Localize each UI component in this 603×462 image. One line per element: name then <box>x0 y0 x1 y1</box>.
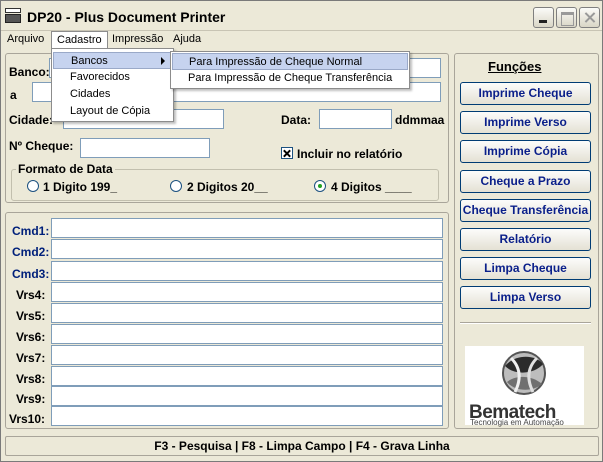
data-format-hint: ddmmaa <box>395 113 445 127</box>
vrs9-input[interactable] <box>51 386 443 406</box>
cheque-transferencia-button[interactable]: Cheque Transferência <box>460 199 591 222</box>
printer-app-icon[interactable] <box>5 8 21 24</box>
menu-bar: Arquivo Cadastro Impressão Ajuda <box>1 31 602 48</box>
incluir-relatorio-checkbox[interactable] <box>281 147 293 159</box>
window-title: DP20 - Plus Document Printer <box>27 9 226 25</box>
formato-4-digitos-label[interactable]: 4 Digitos ____ <box>331 180 412 194</box>
data-label: Data: <box>281 113 312 127</box>
formato-2-digitos-radio[interactable] <box>170 180 182 192</box>
main-window: DP20 - Plus Document Printer Arquivo Cad… <box>0 0 603 462</box>
incluir-relatorio-label[interactable]: Incluir no relatório <box>297 147 402 161</box>
cmd3-input[interactable] <box>51 261 443 281</box>
cheque-number-input[interactable] <box>80 138 210 158</box>
menu-ajuda[interactable]: Ajuda <box>168 31 206 48</box>
cmd2-input[interactable] <box>51 239 443 259</box>
bematech-globe-icon <box>502 351 546 395</box>
formato-4-digitos-radio[interactable] <box>314 180 326 192</box>
formato-2-digitos-label[interactable]: 2 Digitos 20__ <box>187 180 268 194</box>
limpa-verso-button[interactable]: Limpa Verso <box>460 286 591 309</box>
cmd1-input[interactable] <box>51 218 443 238</box>
close-button[interactable] <box>579 7 600 28</box>
formato-1-digito-radio[interactable] <box>27 180 39 192</box>
vrs4-input[interactable] <box>51 282 443 302</box>
minimize-button[interactable] <box>533 7 554 28</box>
menu-arquivo[interactable]: Arquivo <box>2 31 49 48</box>
submenu-item-cheque-transferencia[interactable]: Para Impressão de Cheque Transferência <box>172 70 408 87</box>
bancos-submenu: Para Impressão de Cheque Normal Para Imp… <box>170 51 410 89</box>
a-label: a <box>10 88 17 102</box>
formato-data-title: Formato de Data <box>16 162 115 176</box>
vrs4-label: Vrs4: <box>16 288 46 302</box>
submenu-arrow-icon <box>161 57 165 65</box>
funcoes-title: Funções <box>488 59 542 74</box>
vrs8-label: Vrs8: <box>16 372 46 386</box>
cmd3-label: Cmd3: <box>12 267 50 281</box>
banco-label: Banco: <box>9 65 50 79</box>
cidade-label: Cidade: <box>9 113 54 127</box>
menu-item-cidades[interactable]: Cidades <box>53 86 172 103</box>
cheque-label: Nº Cheque: <box>9 139 74 153</box>
menu-impressao[interactable]: Impressão <box>107 31 168 48</box>
menu-cadastro[interactable]: Cadastro <box>51 31 108 48</box>
submenu-item-cheque-normal[interactable]: Para Impressão de Cheque Normal <box>172 53 408 70</box>
maximize-button[interactable] <box>556 7 577 28</box>
funcoes-separator <box>460 322 591 324</box>
formato-1-digito-label[interactable]: 1 Digito 199_ <box>43 180 117 194</box>
relatorio-button[interactable]: Relatório <box>460 228 591 251</box>
vrs7-label: Vrs7: <box>16 351 46 365</box>
title-bar[interactable]: DP20 - Plus Document Printer <box>1 1 602 31</box>
vrs10-label: Vrs10: <box>9 412 46 426</box>
imprime-verso-button[interactable]: Imprime Verso <box>460 111 591 134</box>
vrs9-label: Vrs9: <box>16 392 46 406</box>
imprime-copia-button[interactable]: Imprime Cópia <box>460 140 591 163</box>
cmd1-label: Cmd1: <box>12 224 50 238</box>
menu-item-layout-de-copia[interactable]: Layout de Cópia <box>53 103 172 120</box>
cadastro-dropdown-menu: Bancos Favorecidos Cidades Layout de Cóp… <box>51 48 174 122</box>
cheque-a-prazo-button[interactable]: Cheque a Prazo <box>460 170 591 193</box>
limpa-cheque-button[interactable]: Limpa Cheque <box>460 257 591 280</box>
data-input[interactable] <box>319 109 392 129</box>
status-bar: F3 - Pesquisa | F8 - Limpa Campo | F4 - … <box>5 436 599 456</box>
vrs6-label: Vrs6: <box>16 330 46 344</box>
cmd2-label: Cmd2: <box>12 245 50 259</box>
bematech-tagline: Tecnologia em Automação <box>470 418 564 427</box>
vrs10-input[interactable] <box>51 406 443 426</box>
menu-item-bancos[interactable]: Bancos <box>53 52 172 69</box>
vrs5-label: Vrs5: <box>16 309 46 323</box>
vrs7-input[interactable] <box>51 345 443 365</box>
vrs5-input[interactable] <box>51 303 443 323</box>
vrs8-input[interactable] <box>51 366 443 386</box>
imprime-cheque-button[interactable]: Imprime Cheque <box>460 82 591 105</box>
vrs6-input[interactable] <box>51 324 443 344</box>
bematech-logo: Bematech Tecnologia em Automação <box>465 346 584 427</box>
menu-item-bancos-label: Bancos <box>71 55 108 67</box>
menu-item-favorecidos[interactable]: Favorecidos <box>53 69 172 86</box>
